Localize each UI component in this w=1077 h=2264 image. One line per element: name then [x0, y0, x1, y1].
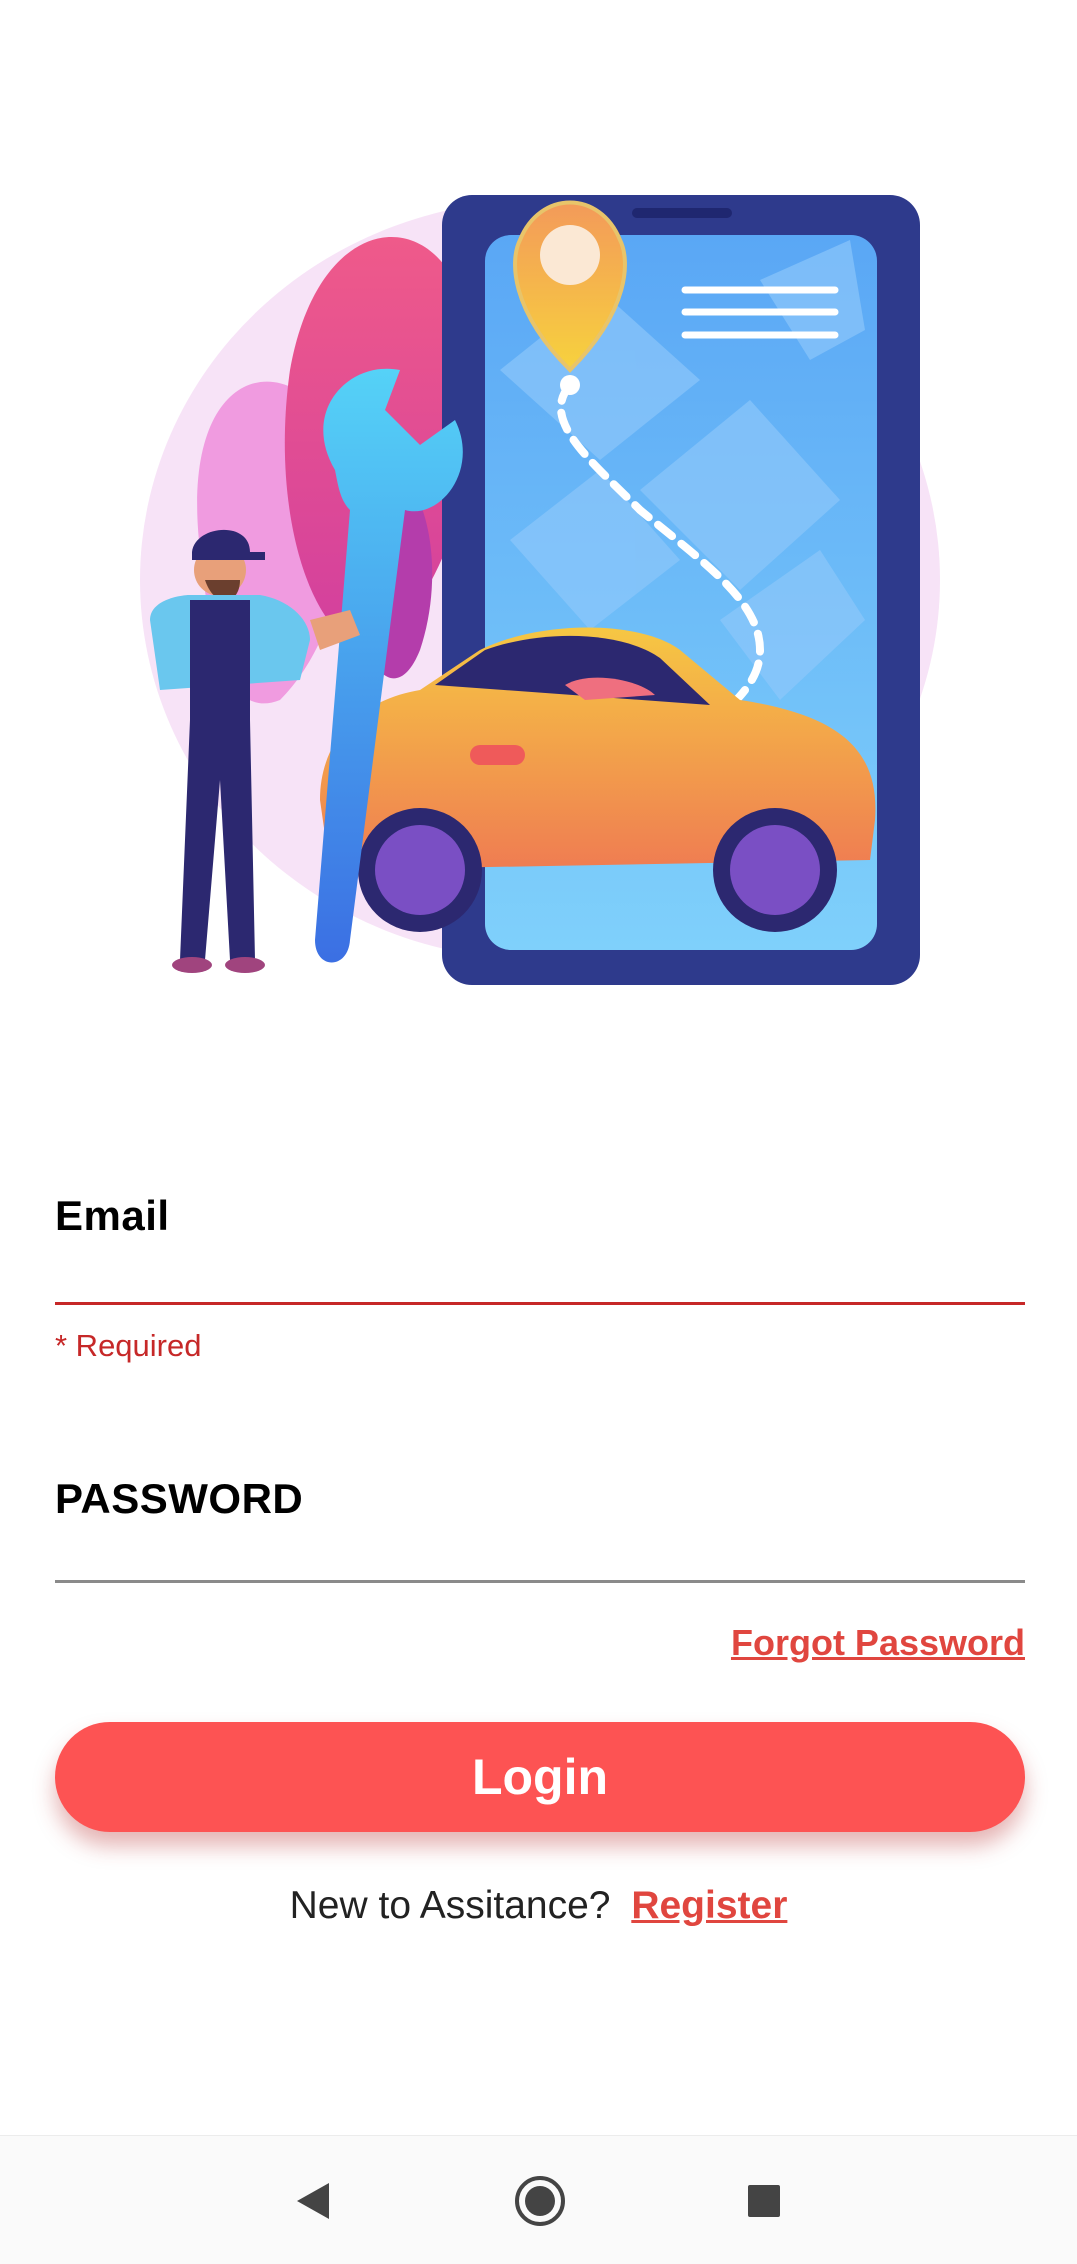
- email-label: Email: [55, 1192, 170, 1239]
- register-prompt: New to Assitance?: [289, 1884, 611, 1927]
- back-button[interactable]: [276, 2164, 350, 2238]
- email-underline: [55, 1302, 1025, 1305]
- forgot-password-link[interactable]: Forgot Password: [731, 1622, 1025, 1664]
- navigation-bar: [0, 2135, 1077, 2264]
- password-label: PASSWORD: [55, 1475, 304, 1522]
- home-button[interactable]: [503, 2164, 577, 2238]
- login-button[interactable]: Login: [55, 1722, 1025, 1832]
- recents-square-icon: [748, 2185, 780, 2217]
- password-underline: [55, 1580, 1025, 1583]
- home-circle-icon: [515, 2176, 565, 2226]
- email-field[interactable]: Email: [55, 1192, 1025, 1312]
- email-error-text: * Required: [55, 1328, 202, 1363]
- password-field[interactable]: PASSWORD: [55, 1470, 1025, 1590]
- hero-illustration: [120, 180, 960, 1020]
- back-triangle-icon: [297, 2183, 329, 2219]
- register-link[interactable]: Register: [631, 1884, 787, 1927]
- recents-button[interactable]: [727, 2164, 801, 2238]
- register-row: New to Assitance? Register: [0, 1884, 1077, 1928]
